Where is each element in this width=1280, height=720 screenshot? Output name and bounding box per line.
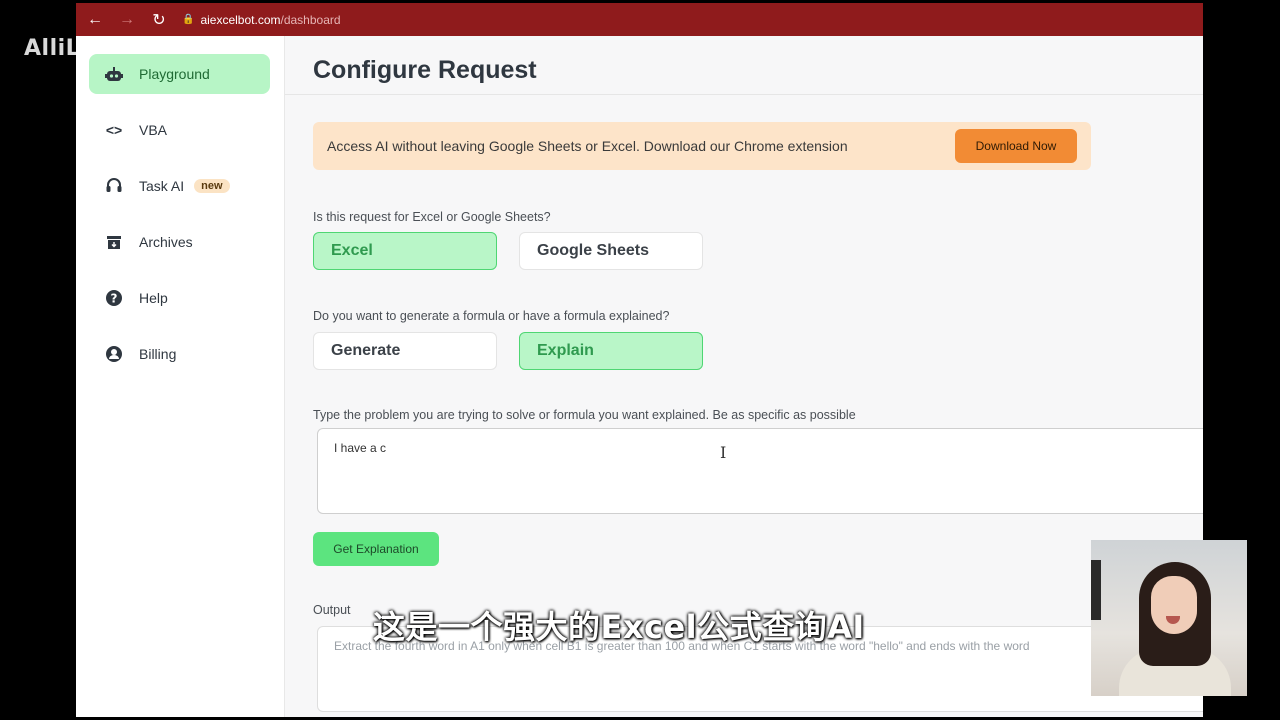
- sidebar-item-label: Archives: [139, 234, 193, 250]
- forward-arrow-icon[interactable]: →: [114, 11, 140, 29]
- google-sheets-option[interactable]: Google Sheets: [519, 232, 703, 270]
- account-icon: [89, 345, 139, 363]
- lock-icon: 🔒: [182, 14, 195, 25]
- code-icon: <>: [105, 122, 123, 138]
- url-host: aiexcelbot.com: [200, 12, 281, 27]
- video-subtitle: 这是一个强大的Excel公式查询AI: [373, 608, 865, 646]
- headset-icon: [89, 177, 139, 195]
- reload-icon[interactable]: ↻: [146, 10, 172, 30]
- help-icon: ?: [89, 289, 139, 307]
- sidebar-item-vba[interactable]: <> VBA: [89, 110, 270, 150]
- excel-option[interactable]: Excel: [313, 232, 497, 270]
- banner-text: Access AI without leaving Google Sheets …: [327, 138, 848, 154]
- sidebar-item-task-ai[interactable]: Task AI new: [89, 166, 270, 206]
- sidebar-item-label: Task AI: [139, 178, 185, 194]
- robot-icon: [89, 66, 139, 82]
- webcam-overlay: [1091, 540, 1247, 696]
- new-badge: new: [194, 179, 230, 193]
- text-cursor-icon: I: [720, 443, 727, 462]
- output-label: Output: [313, 603, 351, 617]
- sidebar-item-billing[interactable]: Billing: [89, 334, 270, 374]
- address-bar[interactable]: 🔒 aiexcelbot.com/dashboard: [182, 13, 341, 27]
- download-now-button[interactable]: Download Now: [955, 129, 1077, 163]
- browser-toolbar: ← → ↻ 🔒 aiexcelbot.com/dashboard: [76, 3, 1203, 36]
- sidebar-item-help[interactable]: ? Help: [89, 278, 270, 318]
- explain-option[interactable]: Explain: [519, 332, 703, 370]
- generate-option[interactable]: Generate: [313, 332, 497, 370]
- sidebar: Playground <> VBA Task AI new Archives ?…: [76, 36, 285, 717]
- mode-question: Do you want to generate a formula or hav…: [313, 309, 670, 323]
- sidebar-item-label: VBA: [139, 122, 168, 138]
- prompt-textarea[interactable]: I have a c: [317, 428, 1203, 514]
- prompt-label: Type the problem you are trying to solve…: [313, 408, 856, 422]
- get-explanation-button[interactable]: Get Explanation: [313, 532, 439, 566]
- extension-banner: Access AI without leaving Google Sheets …: [313, 122, 1091, 170]
- title-divider: [285, 94, 1203, 95]
- archive-icon: [89, 234, 139, 250]
- webcam-background-shelf: [1091, 560, 1101, 620]
- webcam-person-face: [1151, 576, 1197, 634]
- sidebar-item-playground[interactable]: Playground: [89, 54, 270, 94]
- back-arrow-icon[interactable]: ←: [82, 11, 108, 29]
- sidebar-item-archives[interactable]: Archives: [89, 222, 270, 262]
- page-title: Configure Request: [313, 56, 537, 84]
- url-path: /dashboard: [280, 12, 341, 27]
- sidebar-item-label: Billing: [139, 346, 177, 362]
- svg-text:?: ?: [111, 292, 118, 306]
- sidebar-item-label: Help: [139, 290, 168, 306]
- platform-question: Is this request for Excel or Google Shee…: [313, 210, 551, 224]
- sidebar-item-label: Playground: [139, 66, 210, 82]
